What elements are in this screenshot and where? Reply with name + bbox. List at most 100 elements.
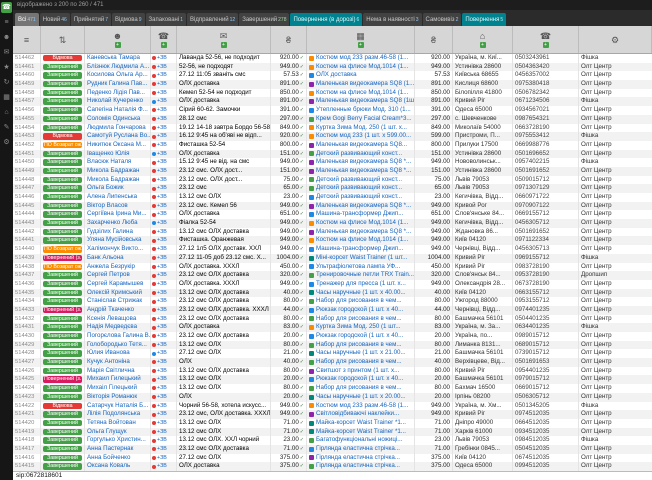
phone-number[interactable]: 0504401235 [513, 315, 579, 324]
table-row[interactable]: 514422ВідмоваСатарчук Наталія Б...+ЗВЧор… [13, 402, 652, 411]
status-cell[interactable]: Завершений [41, 271, 85, 280]
call-link[interactable]: +ЗВ [157, 384, 167, 393]
client-name[interactable]: Погорєлова Галина В... [85, 332, 151, 341]
call-cell[interactable]: +ЗВ [151, 306, 177, 315]
status-cell[interactable]: Завершений [41, 323, 85, 332]
table-row[interactable]: 514451ЗавершенийІващенко Юлія+ЗВОЛХ дост… [13, 150, 652, 159]
comment-cell[interactable]: 13.12 смс ОЛХ [177, 375, 271, 384]
status-cell[interactable]: Завершений [41, 202, 85, 211]
table-row[interactable]: 514456ЗавершенийСапегіна Наталія Ф...+ЗВ… [13, 106, 652, 115]
call-link[interactable]: +ЗВ [157, 436, 167, 445]
product-cell[interactable]: Детский развивающий конст... [307, 176, 415, 185]
menu-icon[interactable]: ≡ [1, 17, 12, 28]
phone-number[interactable]: 0669988776 [513, 141, 579, 150]
table-row[interactable]: 514436ЗавершенийСергей Карамышев+ЗВОЛХ д… [13, 280, 652, 289]
tab-out-of-stock[interactable]: Нема в наявності3 [363, 13, 421, 26]
call-cell[interactable]: +ЗВ [151, 358, 177, 367]
comment-cell[interactable]: 27.12 11-05 доб 23.12 смс. Х... [177, 254, 271, 263]
client-name[interactable]: Марія Світлична [85, 367, 151, 376]
client-name[interactable]: Юлия Иванова [85, 349, 151, 358]
status-cell[interactable]: Завершений [41, 193, 85, 202]
phone-number[interactable]: 0501345205 [513, 402, 579, 411]
status-cell[interactable]: ПО Возврат ож. [41, 141, 85, 150]
call-cell[interactable]: +ЗВ [151, 462, 177, 471]
table-row[interactable]: 514444ЗавершенийСергіївна Ірина Ми...+ЗВ… [13, 210, 652, 219]
comment-cell[interactable]: 23.12 смс ОЛХ доставка [177, 271, 271, 280]
table-row[interactable]: 514424ЗавершенийМихаіл Гілецький+ЗВ13.12… [13, 384, 652, 393]
phone-number[interactable]: 0501691652 [513, 228, 579, 237]
client-name[interactable]: Власюк Наталя [85, 158, 151, 167]
comment-cell[interactable]: ОЛХ [177, 358, 271, 367]
product-cell[interactable]: Гірлянда еластична стрічка... [307, 454, 415, 463]
call-link[interactable]: +ЗВ [157, 315, 167, 324]
comment-cell[interactable]: ОЛХ доставка. ХХХЛ [177, 280, 271, 289]
status-cell[interactable]: Завершений [41, 184, 85, 193]
call-link[interactable]: +ЗВ [157, 89, 167, 98]
status-cell[interactable]: Завершений [41, 124, 85, 133]
client-name[interactable]: Педенко Лідія Пав... [85, 89, 151, 98]
column-client[interactable]: ☻+ [85, 26, 151, 53]
table-row[interactable]: 514439Повернений (з.Банк Альона+ЗВ27.12 … [13, 254, 652, 263]
client-name[interactable]: Соломія Одинська [85, 115, 151, 124]
table-row[interactable]: 514423ЗавершенийВікторія Романюк+ЗВОЛХ20… [13, 393, 652, 402]
call-cell[interactable]: +ЗВ [151, 124, 177, 133]
call-link[interactable]: +ЗВ [157, 445, 167, 454]
product-cell[interactable]: Гірлянда еластична стрічка... [307, 445, 415, 454]
comment-cell[interactable]: ОЛХ доставка [177, 323, 271, 332]
phone-number[interactable]: 0501691653 [513, 358, 579, 367]
product-cell[interactable]: Маленькая видеокамера SQ8 *... [307, 167, 415, 176]
product-cell[interactable]: Костюм на флисе Мод.1014 (1... [307, 63, 415, 72]
call-link[interactable]: +ЗВ [157, 410, 167, 419]
client-name[interactable]: Каневська Тамара [85, 54, 151, 63]
product-cell[interactable]: Тренажер для пресса (1 шт. х... [307, 280, 415, 289]
product-cell[interactable]: Набор для рисования в чем... [307, 358, 415, 367]
product-cell[interactable]: Детский развивающий конст... [307, 193, 415, 202]
tab-new[interactable]: Новий46 [40, 13, 70, 26]
phone-number[interactable]: 0984512035 [513, 436, 579, 445]
comment-cell[interactable]: 13.12 смс ОЛХ [177, 428, 271, 437]
status-cell[interactable]: Завершений [41, 341, 85, 350]
table-row[interactable]: 514449ЗавершенийМикола Бадражан+ЗВ23.12 … [13, 167, 652, 176]
product-cell[interactable]: Костюм на флисе Мод.1014 (1... [307, 236, 415, 245]
filter-add-icon[interactable]: + [115, 42, 121, 48]
call-link[interactable]: +ЗВ [157, 419, 167, 428]
phone-number[interactable]: 0663728190 [513, 124, 579, 133]
phone-number[interactable]: 0983728190 [513, 263, 579, 272]
phone-number[interactable]: 0974512035 [513, 410, 579, 419]
client-name[interactable]: Іващенко Юлія [85, 150, 151, 159]
product-cell[interactable]: Маленькая видеокамера SQ8 *... [307, 228, 415, 237]
call-cell[interactable]: +ЗВ [151, 245, 177, 254]
client-name[interactable]: Кучук Антоніна [85, 358, 151, 367]
column-total[interactable]: ₴ [415, 26, 453, 53]
call-link[interactable]: +ЗВ [157, 124, 167, 133]
call-link[interactable]: +ЗВ [157, 358, 167, 367]
tab-shipped[interactable]: Відправлений12 [187, 13, 238, 26]
call-link[interactable]: +ЗВ [157, 341, 167, 350]
client-name[interactable]: Михаіл Гілецький [85, 384, 151, 393]
comment-cell[interactable]: ОЛХ доставка. ХХХЛ [177, 263, 271, 272]
status-cell[interactable]: Завершений [41, 428, 85, 437]
call-cell[interactable]: +ЗВ [151, 115, 177, 124]
comment-cell[interactable]: 23.12 смс ОЛХ доставка [177, 445, 271, 454]
client-name[interactable]: Гудзілих Галина [85, 228, 151, 237]
call-link[interactable]: +ЗВ [157, 402, 167, 411]
edit-icon[interactable]: ✎ [1, 122, 12, 133]
client-name[interactable]: Ксенія Леващова [85, 315, 151, 324]
product-cell[interactable]: Часы наручные (1 шт. х 21.00... [307, 349, 415, 358]
status-cell[interactable]: Відмова [41, 132, 85, 141]
table-row[interactable]: 514438ПО Возврат ож.Анжела Безрукір+ЗВОЛ… [13, 263, 652, 272]
product-cell[interactable]: Рюкзак городской (1 шт. х 40... [307, 332, 415, 341]
comment-cell[interactable]: 13.12 смс ОЛХ [177, 341, 271, 350]
call-link[interactable]: +ЗВ [157, 158, 167, 167]
call-link[interactable]: +ЗВ [157, 150, 167, 159]
comment-cell[interactable]: 23.12 смс [177, 184, 271, 193]
phone-number[interactable]: 0975380418 [513, 80, 579, 89]
status-cell[interactable]: Завершений [41, 219, 85, 228]
status-cell[interactable]: Завершений [41, 115, 85, 124]
client-name[interactable]: Микола Бадражан [85, 176, 151, 185]
comment-cell[interactable]: Кемел 52-54 не подходит [177, 89, 271, 98]
call-cell[interactable]: +ЗВ [151, 315, 177, 324]
client-name[interactable]: Микола Бадражан [85, 167, 151, 176]
product-cell[interactable]: Костюм на флисе Мод.1014 (1... [307, 89, 415, 98]
phone-number[interactable]: 0504363420 [513, 63, 579, 72]
